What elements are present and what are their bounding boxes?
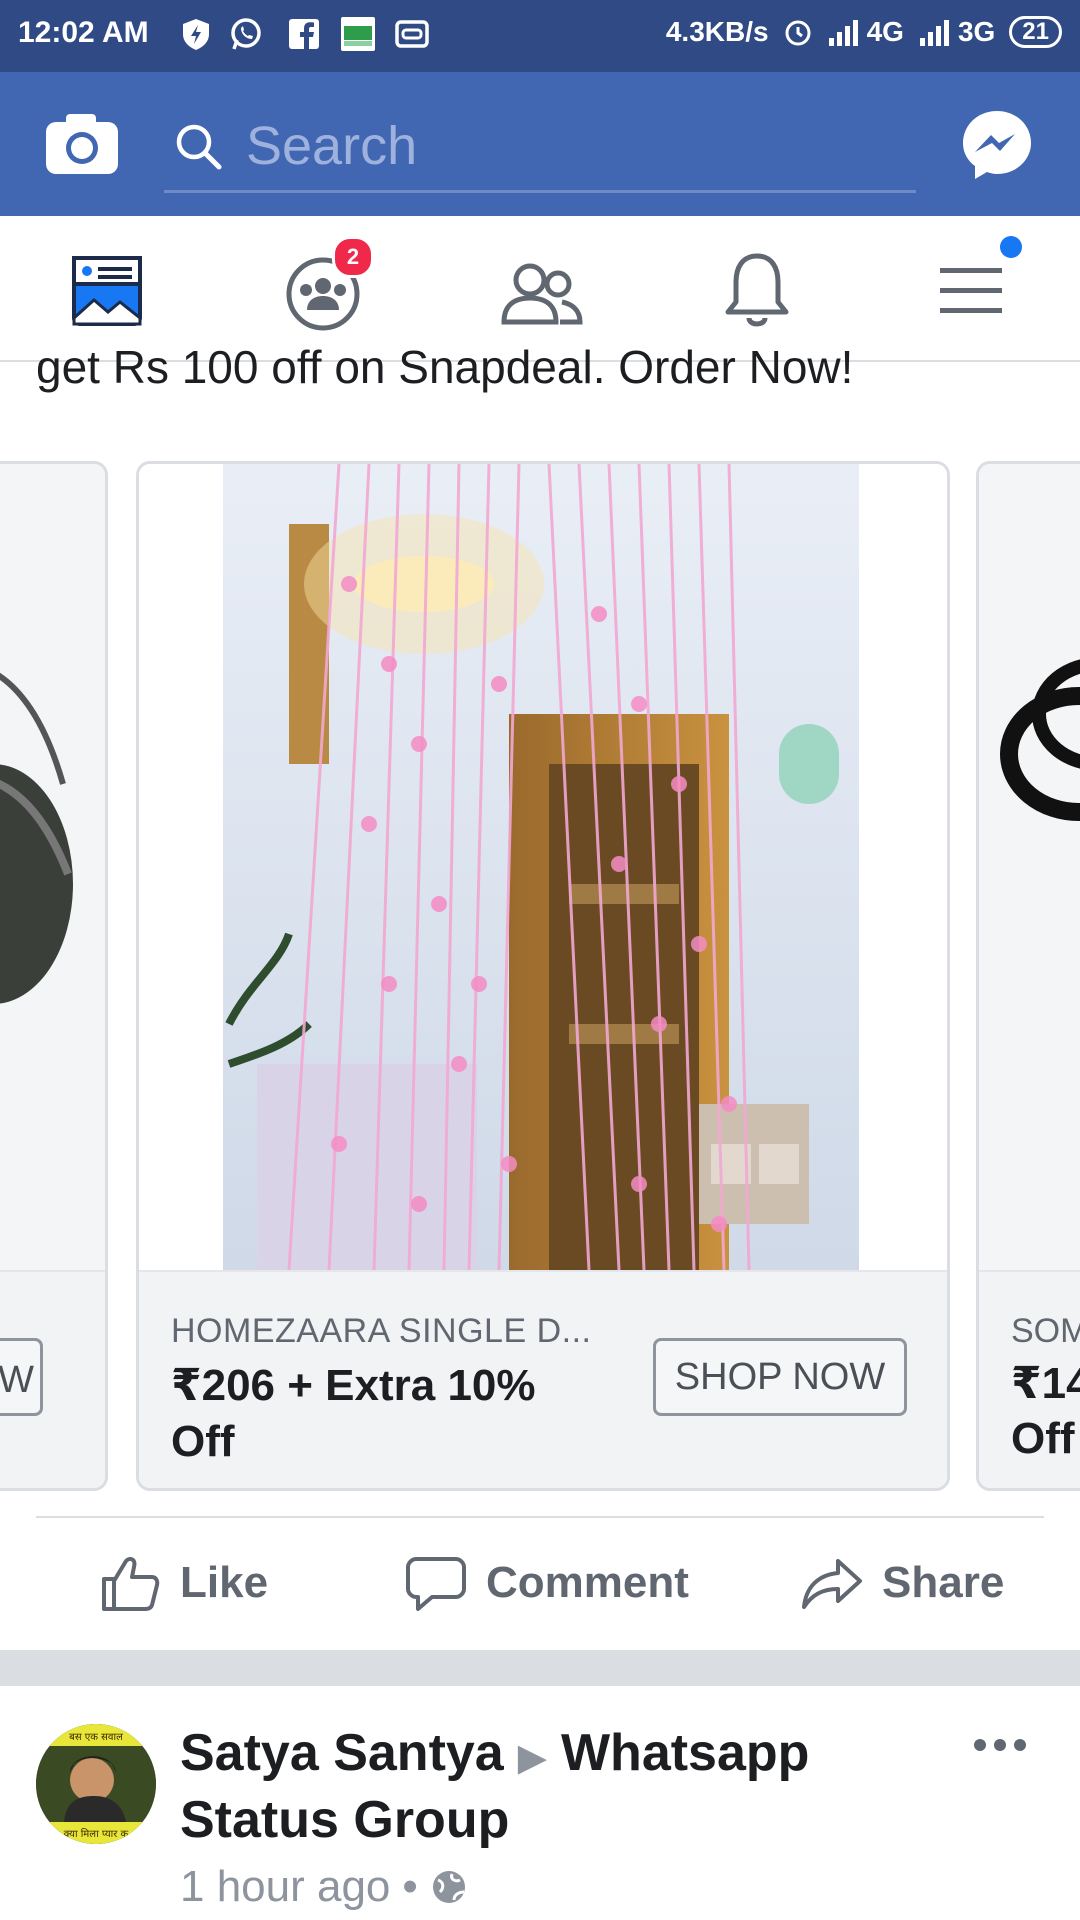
product-image-sunglasses [0,464,105,1270]
bell-icon [725,253,789,327]
signal-2: 3G [918,16,995,48]
signal-icon [828,20,858,46]
share-button[interactable]: Share [800,1548,1004,1618]
meta-separator: • [402,1862,418,1911]
tab-menu[interactable] [928,236,1022,336]
avatar-caption-top: बस एक सवाल [69,1732,123,1743]
hamburger-icon [940,268,1002,313]
friends-icon [501,263,583,325]
menu-notification-dot [1000,236,1022,258]
signal-1: 4G [827,16,904,48]
like-label: Like [180,1558,269,1607]
signal-icon [919,20,949,46]
product-image-curtain [139,464,947,1270]
indiabulls-partner-icon [341,17,375,51]
carousel-card[interactable]: SOM ₹14 Off [976,461,1080,1491]
tab-groups[interactable]: 2 [278,236,374,336]
messenger-icon[interactable] [960,108,1034,182]
avatar[interactable]: बस एक सवाल क्या मिला प्यार क [36,1724,156,1844]
search-icon [176,124,222,170]
cast-icon [395,20,429,48]
more-options-icon[interactable] [970,1730,1030,1760]
feed-separator [0,1650,1080,1686]
play-arrow-icon: ▶ [517,1737,547,1779]
card-footer: SOM ₹14 Off [979,1270,1080,1488]
net-speed: 4.3KB/s [665,16,769,47]
globe-icon [432,1871,465,1903]
battery-indicator: 21 [1009,16,1062,48]
post-timestamp[interactable]: 1 hour ago [180,1862,390,1912]
card-footer: HOMEZAARA SINGLE D... ₹206 + Extra 10% O… [139,1270,947,1488]
comment-icon [406,1557,466,1611]
like-button[interactable]: Like [98,1548,268,1618]
tab-notifications[interactable] [712,246,802,336]
carousel-card[interactable]: OW [0,461,108,1491]
product-title: HOMEZAARA SINGLE D... [171,1312,592,1350]
tab-news-feed[interactable] [62,246,152,336]
product-price: ₹206 + Extra 10% Off [171,1361,536,1466]
facebook-icon [289,19,319,49]
divider [36,1516,1044,1518]
post-title: Satya Santya ▶ Whatsapp Status Group [180,1722,920,1851]
camera-icon[interactable] [44,112,120,176]
product-image-rings [979,464,1080,1270]
tab-friends[interactable] [496,246,586,336]
author-name[interactable]: Satya Santya [180,1724,504,1782]
ad-headline: get Rs 100 off on Snapdeal. Order Now! [36,341,854,393]
shop-now-button-partial[interactable]: OW [0,1338,43,1416]
comment-label: Comment [486,1558,689,1607]
card-footer: OW [0,1270,105,1488]
carousel-card[interactable]: HOMEZAARA SINGLE D... ₹206 + Extra 10% O… [136,461,950,1491]
shield-bolt-icon [183,19,209,50]
shop-now-button[interactable]: SHOP NOW [653,1338,907,1416]
share-label: Share [882,1558,1005,1607]
clock: 12:02 AM [18,16,149,49]
product-price-partial-2: Off [1011,1414,1075,1463]
search-bar[interactable] [164,102,916,193]
product-price-partial: ₹14 [1011,1359,1080,1408]
avatar-caption-bottom: क्या मिला प्यार क [64,1828,129,1840]
comment-button[interactable]: Comment [404,1548,689,1618]
thumbs-up-icon [102,1557,160,1611]
search-input[interactable] [244,112,888,180]
top-app-bar [0,72,1080,216]
share-icon [802,1559,862,1609]
status-right: 4.3KB/s 4G 3G 21 [666,16,1062,48]
product-title-partial: SOM [1011,1312,1080,1350]
whatsapp-icon [231,18,261,50]
alarm-icon [785,20,811,46]
status-bar: 12:02 AM 4.3KB/s 4G 3G 21 [0,0,1080,72]
groups-badge: 2 [332,236,374,278]
news-feed-icon [72,256,142,326]
post-meta: 1 hour ago • [180,1862,468,1912]
